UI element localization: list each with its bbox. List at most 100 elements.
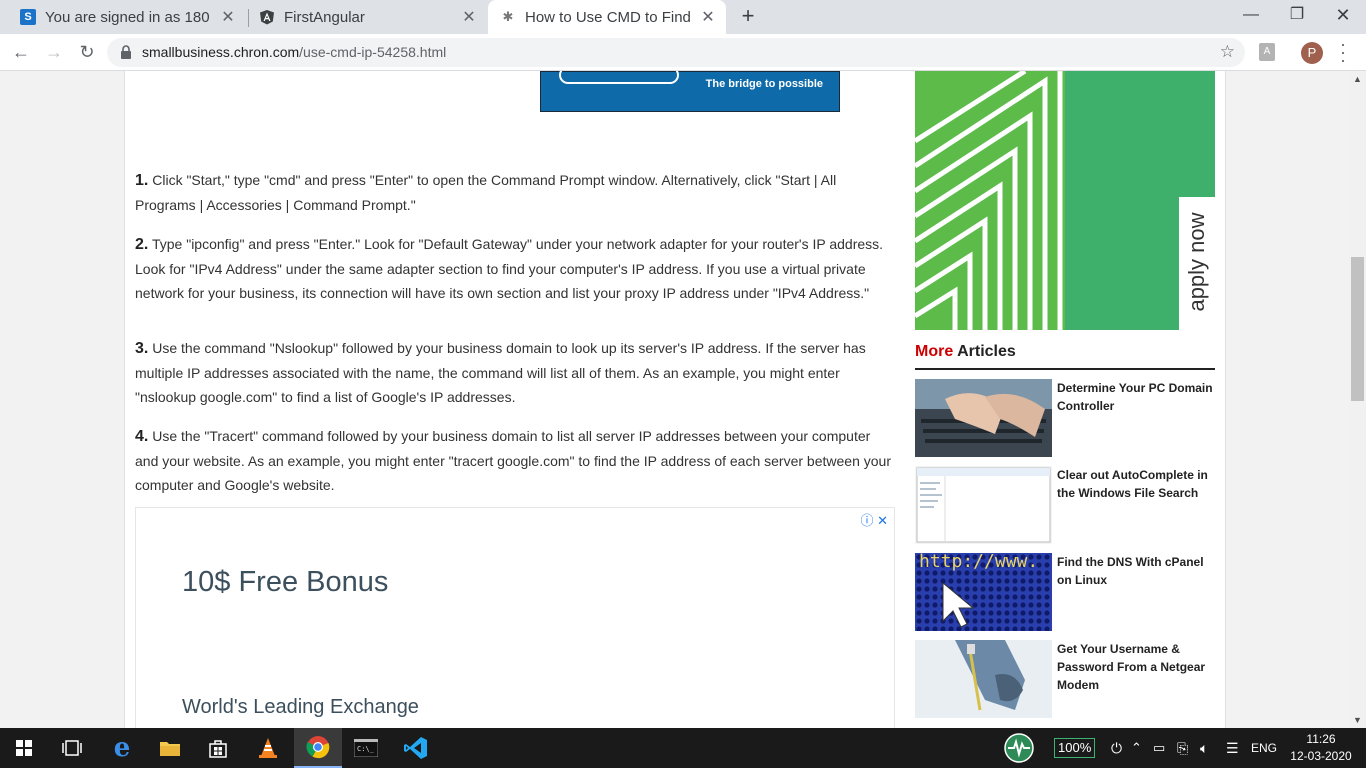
modem-thumbnail[interactable] [915,640,1052,718]
tab-title: You are signed in as 180 [45,8,210,26]
close-tab-icon[interactable]: ✕ [698,7,718,27]
new-tab-button[interactable]: + [736,4,760,30]
tab-title: FirstAngular [284,8,365,26]
step-text: Type "ipconfig" and press "Enter." Look … [135,236,884,301]
dns-thumbnail[interactable]: http://www. [915,553,1052,631]
apply-now-label: apply now [1184,212,1209,312]
file-search-thumbnail[interactable] [915,466,1052,544]
article-title[interactable]: Determine Your PC Domain Controller [1057,379,1215,415]
close-window-button[interactable]: ✕ [1320,0,1366,32]
ad-stripes-graphic [915,71,1215,330]
minimize-button[interactable]: — [1228,0,1274,32]
task-view-icon[interactable] [48,728,96,768]
url-text[interactable]: smallbusiness.chron.com/use-cmd-ip-54258… [142,44,446,60]
command-prompt-icon[interactable]: C:\_ [342,728,390,768]
scroll-up-arrow-icon[interactable]: ▲ [1353,74,1362,84]
article-title[interactable]: Find the DNS With cPanel on Linux [1057,553,1215,589]
tab-title: How to Use CMD to Find [525,8,691,26]
step-number: 2. [135,236,149,253]
keyboard-thumbnail[interactable] [915,379,1052,457]
power-plug-icon[interactable]: ⏻ [1111,728,1122,768]
article-card[interactable]: http://www. Find the DNS With cPanel on … [915,553,1215,631]
address-bar[interactable]: smallbusiness.chron.com/use-cmd-ip-54258… [107,38,1245,67]
article-title[interactable]: Get Your Username & Password From a Netg… [1057,640,1215,694]
step-text: Use the "Tracert" command followed by yo… [135,428,891,493]
step-text: Use the command "Nslookup" followed by y… [135,340,866,405]
angular-icon [259,9,275,25]
network-icon[interactable]: ⎘ [1177,728,1188,768]
system-clock[interactable]: 11:26 12-03-2020 [1286,731,1356,765]
ad-choices-icon[interactable]: ⓘ ✕ [860,510,888,529]
tab-first-angular[interactable]: FirstAngular ✕ [249,0,489,34]
vlc-icon[interactable] [244,728,292,768]
scroll-down-arrow-icon[interactable]: ▼ [1353,715,1362,725]
exchange-ad[interactable]: ⓘ ✕ 10$ Free Bonus World's Leading Excha… [135,507,895,728]
pdf-extension-icon[interactable]: A [1259,43,1275,61]
ad-tagline: The bridge to possible [705,78,823,90]
input-language[interactable]: ENG [1251,728,1277,768]
restore-button[interactable]: ❐ [1274,0,1320,32]
heading-rule [915,368,1215,370]
bookmark-star-icon[interactable]: ☆ [1220,42,1235,62]
battery-icon[interactable]: ▭ [1153,728,1165,768]
health-monitor-icon[interactable] [998,728,1040,768]
apply-now-ad[interactable]: apply now [915,71,1215,330]
thumbnail-url-text: http://www. [919,553,1039,572]
step-text: Click "Start," type "cmd" and press "Ent… [135,172,837,213]
reload-icon[interactable]: ↻ [76,42,98,64]
store-icon[interactable] [194,728,242,768]
svg-text:C:\_: C:\_ [357,745,375,753]
url-host: smallbusiness.chron.com [142,44,300,60]
tab-signed-in[interactable]: S You are signed in as 180 ✕ [8,0,248,34]
chrome-taskbar-icon[interactable] [294,728,342,768]
chron-icon: ✱ [502,9,514,24]
scrollbar-thumb[interactable] [1351,257,1364,401]
step-number: 3. [135,340,149,357]
forward-icon[interactable]: → [43,42,65,64]
article-card[interactable]: Clear out AutoComplete in the Windows Fi… [915,466,1215,544]
top-ad-banner[interactable]: The bridge to possible [540,71,840,112]
heading-more: More [915,343,954,360]
web-page: The bridge to possible 1. Click "Start,"… [0,71,1366,728]
lock-icon [121,45,131,59]
step-2: 2. Type "ipconfig" and press "Enter." Lo… [135,232,895,305]
clock-time: 11:26 [1306,732,1336,746]
profile-avatar[interactable]: P [1301,42,1323,64]
heading-articles: Articles [953,343,1016,360]
show-hidden-icons-icon[interactable]: ⌃ [1131,728,1142,768]
step-number: 4. [135,428,149,445]
step-4: 4. Use the "Tracert" command followed by… [135,424,895,497]
windows-taskbar: e C:\_ 100% ⏻ ⌃ ▭ ⎘ 🔈︎ ☰ ENG 11:26 12-03… [0,728,1366,768]
article-content: The bridge to possible 1. Click "Start,"… [124,71,1226,728]
step-3: 3. Use the command "Nslookup" followed b… [135,336,895,409]
article-card[interactable]: Get Your Username & Password From a Netg… [915,640,1215,718]
article-title[interactable]: Clear out AutoComplete in the Windows Fi… [1057,466,1215,502]
chrome-menu-icon[interactable]: · · · [1338,35,1348,69]
close-tab-icon[interactable]: ✕ [459,7,479,27]
more-articles-heading: More Articles [915,343,1016,361]
article-card[interactable]: Determine Your PC Domain Controller [915,379,1215,457]
step-1: 1. Click "Start," type "cmd" and press "… [135,168,895,217]
screen: S You are signed in as 180 ✕ FirstAngula… [0,0,1366,768]
notification-keyboard-icon[interactable]: ☰ [1226,728,1239,768]
ad-button-shape [559,71,679,84]
url-path: /use-cmd-ip-54258.html [299,44,447,60]
battery-percent[interactable]: 100% [1054,738,1096,758]
tab-strip: S You are signed in as 180 ✕ FirstAngula… [0,0,1366,34]
page-scrollbar[interactable]: ▲ ▼ [1349,71,1366,728]
close-tab-icon[interactable]: ✕ [218,7,238,27]
browser-toolbar: ← → ↻ smallbusiness.chron.com/use-cmd-ip… [0,34,1366,71]
step-number: 1. [135,172,149,189]
s-icon: S [20,9,36,25]
file-explorer-icon[interactable] [146,728,194,768]
edge-icon[interactable]: e [98,728,146,768]
windows-start-icon[interactable] [0,728,48,768]
back-icon[interactable]: ← [10,42,32,64]
apply-now-panel: apply now [1179,197,1215,330]
ad-headline: 10$ Free Bonus [182,566,389,598]
clock-date: 12-03-2020 [1290,749,1352,763]
vscode-icon[interactable] [392,728,440,768]
ad-subline: World's Leading Exchange [182,696,419,718]
tab-how-to-use-cmd[interactable]: ✱ How to Use CMD to Find ✕ [488,0,726,34]
volume-muted-icon[interactable]: 🔈︎ [1200,728,1208,768]
